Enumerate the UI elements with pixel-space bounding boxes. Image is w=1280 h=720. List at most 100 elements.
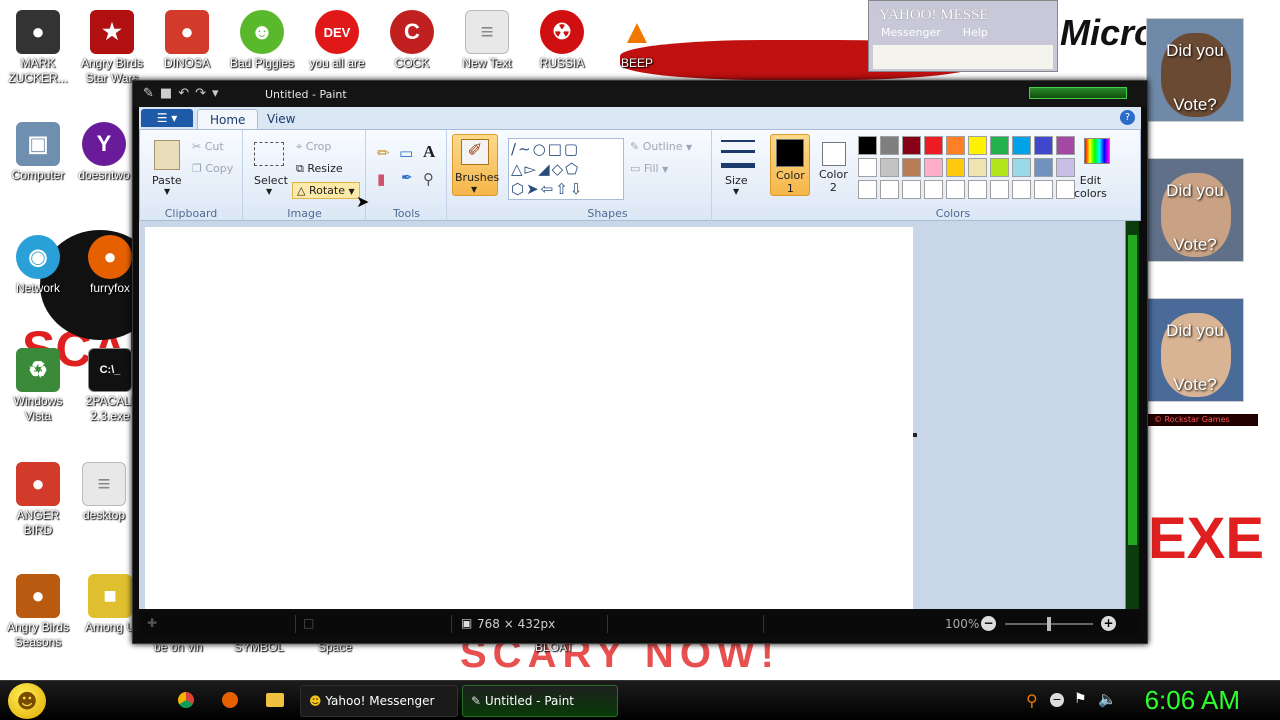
color-swatch[interactable] [1012,136,1031,155]
color-swatch[interactable] [1034,180,1053,199]
color2-button[interactable]: Color 2 [814,134,854,196]
color-swatch[interactable] [902,180,921,199]
color-swatch[interactable] [968,158,987,177]
color1-button[interactable]: Color 1 [770,134,810,196]
color-swatch[interactable] [946,158,965,177]
color-swatch[interactable] [924,158,943,177]
scrollbar-thumb[interactable] [1128,235,1137,545]
undo-icon[interactable]: ↶ [178,86,195,101]
vertical-scrollbar[interactable] [1125,221,1139,609]
volume-icon[interactable]: 🔈 [1098,690,1117,708]
color-swatch[interactable] [880,158,899,177]
yahoo-messenger-window[interactable]: YAHOO! MESSE Messenger Help [868,0,1058,72]
paint-title-bar[interactable]: ✎■↶↷▾ Untitled - Paint [133,81,1147,107]
color-swatch[interactable] [990,158,1009,177]
color-swatch[interactable] [902,158,921,177]
paint-menu-button[interactable]: ☰ ▾ [141,109,193,127]
select-button[interactable]: Select [254,174,288,187]
paint-app-icon[interactable]: ✎ [143,86,160,101]
chevron-down-icon[interactable]: ▼ [266,187,272,196]
color-swatch[interactable] [1012,180,1031,199]
brushes-button[interactable]: ✐ Brushes ▼ [452,134,499,196]
tab-view[interactable]: View [255,109,307,129]
desktop-icon-network[interactable]: ◉ Network [0,235,76,296]
copy-button[interactable]: ❐ Copy [192,162,233,175]
minus-circle-icon[interactable]: − [1050,693,1064,707]
zoom-slider[interactable] [1005,617,1093,631]
color-swatch[interactable] [946,180,965,199]
search-icon[interactable]: ⚲ [1026,691,1038,710]
desktop-icon-beep[interactable]: ▲ BEEP [599,10,675,71]
color-swatch[interactable] [902,136,921,155]
pencil-icon[interactable]: ✏ [377,144,390,162]
shapes-gallery[interactable]: ∕∼○□▢ △▻◢◇⬠ ⬡➤⇦⇧⇩ [508,138,624,200]
zoom-out-icon[interactable]: − [981,616,996,631]
help-icon[interactable]: ? [1120,110,1135,125]
desktop-icon-you-all-are[interactable]: DEV you all are [299,10,375,71]
start-button[interactable]: ☻ [8,683,46,719]
desktop-icon-dinosa[interactable]: ● DINOSA [149,10,225,71]
outline-button[interactable]: ✎ Outline ▼ [630,140,692,153]
taskbar-clock[interactable]: 6:06 AM [1145,685,1240,716]
size-button[interactable]: Size [725,174,748,187]
canvas-resize-handle[interactable] [913,433,917,437]
color-swatch[interactable] [880,136,899,155]
color-swatch[interactable] [924,136,943,155]
eraser-icon[interactable]: ▮ [377,170,385,188]
redo-icon[interactable]: ↷ [195,86,212,101]
zoom-slider-thumb[interactable] [1047,617,1051,631]
color-swatch[interactable] [1012,158,1031,177]
rotate-button[interactable]: △ Rotate ▼ [292,182,360,199]
save-icon[interactable]: ■ [160,86,178,101]
yahoo-menu-messenger[interactable]: Messenger [881,26,941,39]
desktop-icon-russia[interactable]: ☢ RUSSIA [524,10,600,71]
color-picker-icon[interactable]: ✒ [401,170,413,186]
color-swatch[interactable] [968,136,987,155]
color-swatch[interactable] [968,180,987,199]
crop-button[interactable]: ⌖ Crop [296,140,331,154]
desktop-icon-windows-vista[interactable]: ♻ Windows Vista [0,348,76,424]
window-controls[interactable] [1029,87,1127,99]
edit-colors-icon[interactable] [1084,138,1110,164]
color-swatch[interactable] [880,180,899,199]
paint-window[interactable]: ✎■↶↷▾ Untitled - Paint ☰ ▾ Home View ? P… [132,80,1148,644]
taskbar-item-paint[interactable]: ✎ Untitled - Paint [462,685,618,717]
color-swatch[interactable] [858,180,877,199]
folder-icon[interactable] [266,693,284,707]
paste-icon[interactable] [154,140,180,170]
fill-button[interactable]: ▭ Fill ▼ [630,162,668,175]
desktop-icon-mark-zucker[interactable]: ● MARK ZUCKER... [0,10,76,86]
color-swatch[interactable] [990,180,1009,199]
desktop-icon-computer[interactable]: ▣ Computer [0,122,76,183]
desktop-icon-doesntwo[interactable]: Ydoesntwo [66,122,142,183]
tab-home[interactable]: Home [197,109,259,129]
size-lines-icon[interactable] [721,140,755,168]
select-icon[interactable] [254,142,284,166]
color-swatch[interactable] [1056,180,1075,199]
desktop-icon-angry-birds-star-wars[interactable]: ★ Angry Birds Star Wars [74,10,150,86]
zoom-in-icon[interactable]: + [1101,616,1116,631]
taskbar-item-yahoo-messenger[interactable]: ☻ Yahoo! Messenger [300,685,458,717]
chevron-down-icon[interactable]: ▼ [164,187,170,196]
chevron-down-icon[interactable]: ▼ [733,187,739,196]
desktop-icon-cock[interactable]: C COCK [374,10,450,71]
paste-button[interactable]: Paste [152,174,182,187]
desktop-icon-bad-piggies[interactable]: ☻ Bad Piggies [224,10,300,71]
color-swatch[interactable] [1034,136,1053,155]
color-swatch[interactable] [924,180,943,199]
color-swatch[interactable] [1056,158,1075,177]
color-swatch[interactable] [1034,158,1053,177]
color-swatch[interactable] [858,136,877,155]
desktop-icon-anger-bird[interactable]: ● ANGER BIRD [0,462,76,538]
yahoo-menu-help[interactable]: Help [963,26,988,39]
action-center-icon[interactable]: ⚑ [1074,691,1087,707]
chrome-icon[interactable] [178,692,194,708]
text-icon[interactable]: A [423,142,435,162]
color-swatch[interactable] [858,158,877,177]
cut-button[interactable]: ✂ Cut [192,140,224,153]
desktop-icon-desktop[interactable]: ≡ desktop [66,462,142,523]
chevron-down-icon[interactable]: ▾ [212,86,225,101]
desktop-icon-new-text[interactable]: ≡ New Text [449,10,525,71]
drawing-canvas[interactable] [145,227,913,609]
color-swatch[interactable] [990,136,1009,155]
